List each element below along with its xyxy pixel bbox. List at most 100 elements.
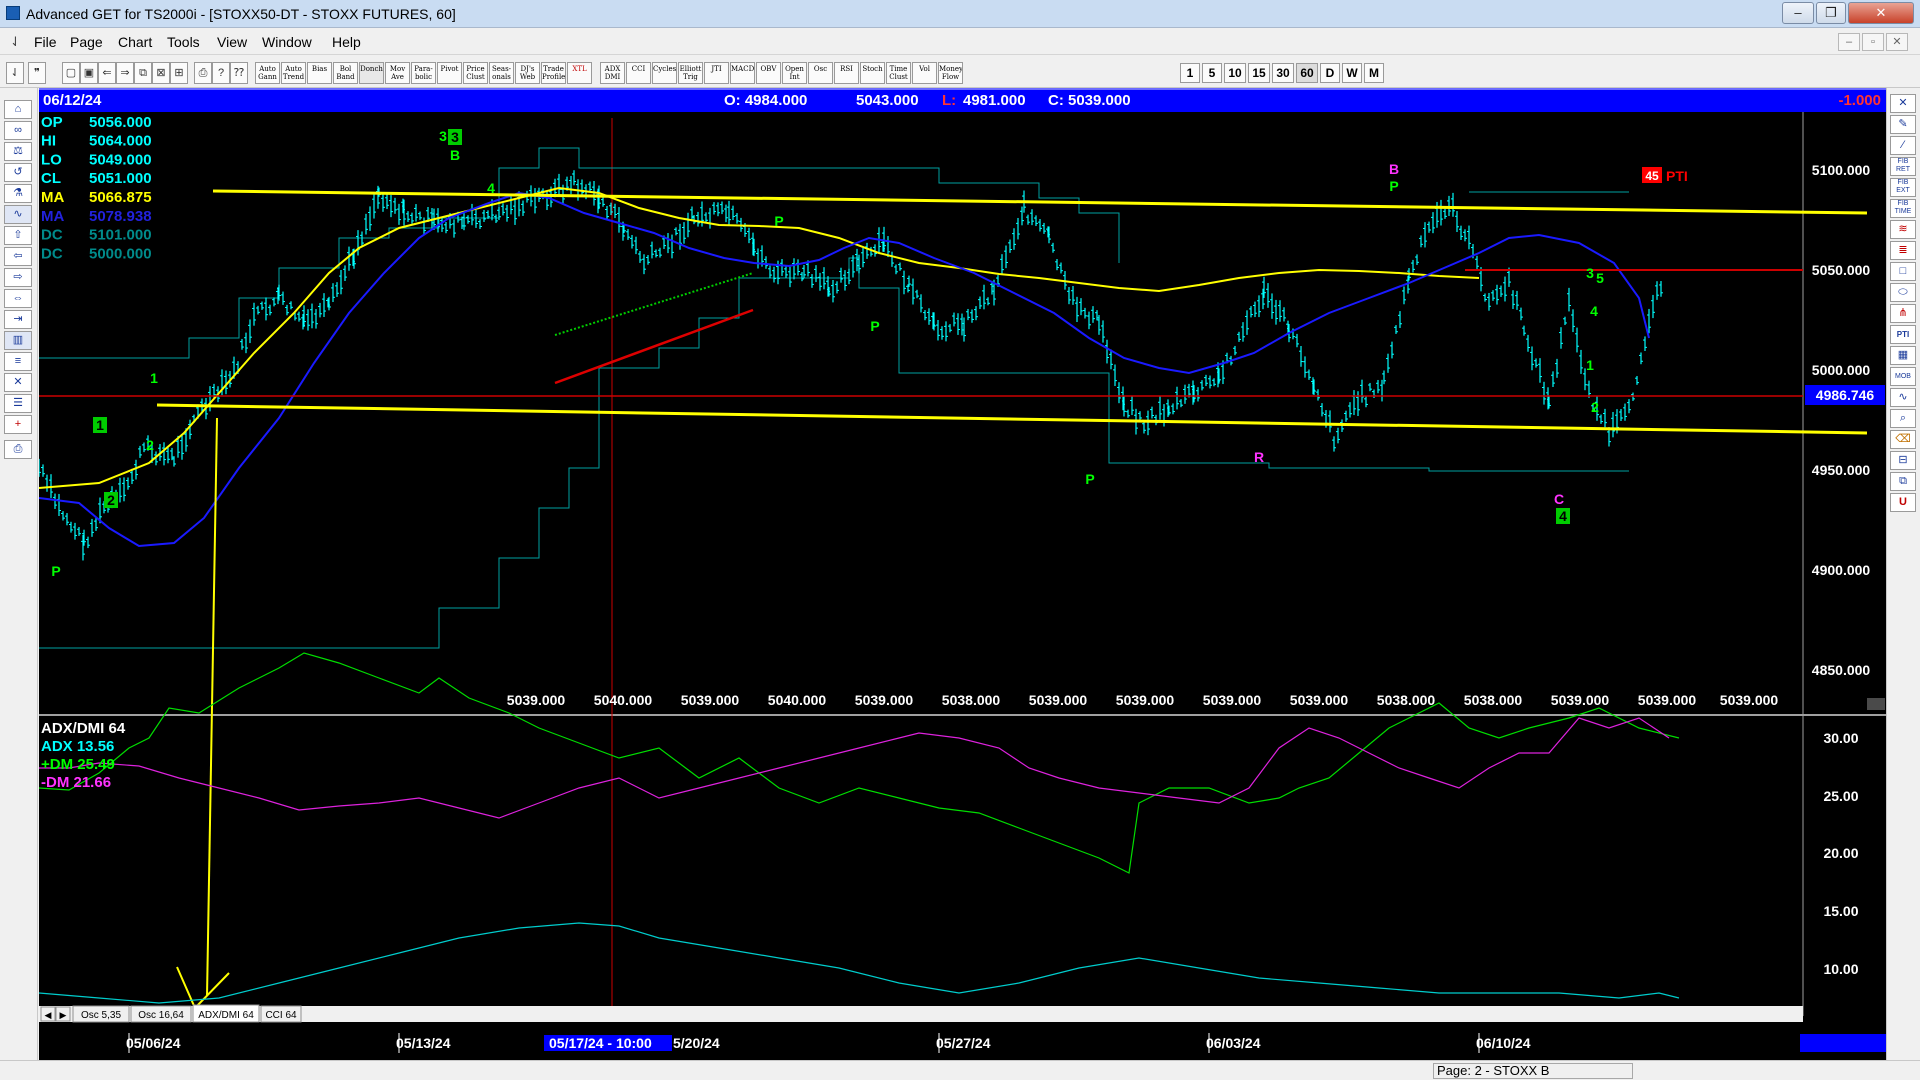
crosshair-icon[interactable]: + (4, 415, 32, 434)
study-auto-trend[interactable]: Auto Trend (281, 62, 306, 84)
arrow-up-icon[interactable]: ⇧ (4, 226, 32, 245)
lines-icon[interactable]: ≡ (4, 352, 32, 371)
study-osc[interactable]: Osc (808, 62, 833, 84)
mdi-minimize-button[interactable]: – (1838, 33, 1860, 51)
pencil-icon[interactable]: ✎ (1890, 115, 1916, 134)
study-djs-web[interactable]: DJ's Web (515, 62, 540, 84)
open-folder-icon[interactable]: ⌂ (4, 100, 32, 119)
study-macd[interactable]: MACD (730, 62, 755, 84)
study-bol-band[interactable]: Bol Band (333, 62, 358, 84)
study-stoch[interactable]: Stoch (860, 62, 885, 84)
period-15[interactable]: 15 (1248, 63, 1270, 83)
expand-icon[interactable]: ⇔ (4, 289, 32, 308)
period-monthly[interactable]: M (1364, 63, 1384, 83)
study-mov-ave[interactable]: Mov Ave (385, 62, 410, 84)
study-pivot[interactable]: Pivot (437, 62, 462, 84)
period-30[interactable]: 30 (1272, 63, 1294, 83)
study-cycles[interactable]: Cycles (652, 62, 677, 84)
study-open-int[interactable]: Open Int (782, 62, 807, 84)
trendline-icon[interactable]: ⁄ (1890, 136, 1916, 155)
forward-icon[interactable]: ⇒ (116, 62, 134, 84)
study-donch[interactable]: Donch (359, 62, 384, 84)
ellipse-icon[interactable]: ⬭ (1890, 283, 1916, 302)
study-icon[interactable]: ⚗ (4, 184, 32, 203)
gann-icon[interactable]: ✕ (4, 373, 32, 392)
pitchfork-icon[interactable]: ⋔ (1890, 304, 1916, 323)
print-icon[interactable]: ⎙ (194, 62, 212, 84)
maximize-button[interactable]: ❐ (1816, 2, 1846, 24)
period-60[interactable]: 60 (1296, 63, 1318, 83)
reset-icon[interactable]: ↺ (4, 163, 32, 182)
menu-tools[interactable]: Tools (167, 34, 200, 50)
study-xtl[interactable]: XTL (567, 62, 592, 84)
study-bias[interactable]: Bias (307, 62, 332, 84)
arrow-right-icon[interactable]: ⇨ (4, 268, 32, 287)
study-time-clust[interactable]: Time Clust (886, 62, 911, 84)
minimize-button[interactable]: – (1782, 2, 1814, 24)
elliott-icon[interactable]: ∿ (4, 205, 32, 224)
zoom-icon[interactable]: ⌕ (1890, 409, 1916, 428)
menu-view[interactable]: View (217, 34, 247, 50)
mdi-restore-button[interactable]: ▫ (1862, 33, 1884, 51)
period-1[interactable]: 1 (1180, 63, 1200, 83)
study-parabolic[interactable]: Para-bolic (411, 62, 436, 84)
period-5[interactable]: 5 (1202, 63, 1222, 83)
fib-time-icon[interactable]: FIB TIME (1890, 199, 1916, 218)
fib-ext-icon[interactable]: FIB EXT (1890, 178, 1916, 197)
quote-icon[interactable]: ❞ (28, 62, 46, 84)
pointer-icon[interactable]: ⇃ (6, 62, 24, 84)
study-elliott-trig[interactable]: Elliott Trig (678, 62, 703, 84)
layers-icon[interactable]: ⧉ (1890, 472, 1916, 491)
compress-icon[interactable]: ⇥ (4, 310, 32, 329)
menu-chart[interactable]: Chart (118, 34, 152, 50)
study-vol[interactable]: Vol (912, 62, 937, 84)
undo-icon[interactable]: U (1890, 493, 1916, 512)
chart-window[interactable]: 06/12/24 O: 4984.000 5043.000 L: 4981.00… (37, 88, 1886, 1060)
print-setup-icon[interactable]: ⎙ (4, 440, 32, 459)
clear-icon[interactable]: ⊠ (152, 62, 170, 84)
channel-icon[interactable]: ≣ (1890, 241, 1916, 260)
ruler-icon[interactable]: ⊟ (1890, 451, 1916, 470)
period-daily[interactable]: D (1320, 63, 1340, 83)
study-trade-profile[interactable]: Trade Profile (541, 62, 566, 84)
study-price-clust[interactable]: Price Clust (463, 62, 488, 84)
copy-icon[interactable]: ⧉ (134, 62, 152, 84)
square-icon[interactable]: □ (1890, 262, 1916, 281)
arrow-left-icon[interactable]: ⇦ (4, 247, 32, 266)
menu-window[interactable]: Window (262, 34, 312, 50)
study-adx-dmi[interactable]: ADX DMI (600, 62, 625, 84)
binoculars-icon[interactable]: ∞ (4, 121, 32, 140)
new-page-icon[interactable]: ▢ (62, 62, 80, 84)
info-icon[interactable]: ? (212, 62, 230, 84)
eraser-icon[interactable]: ⌫ (1890, 430, 1916, 449)
fan-icon[interactable]: ≋ (1890, 220, 1916, 239)
scale-icon-bottom[interactable] (1867, 698, 1885, 710)
back-icon[interactable]: ⇐ (98, 62, 116, 84)
help-pointer-icon[interactable]: ⁇ (230, 62, 248, 84)
open-icon[interactable]: ▣ (80, 62, 98, 84)
wave-icon[interactable]: ∿ (1890, 388, 1916, 407)
mdi-close-button[interactable]: ✕ (1886, 33, 1908, 51)
chart-canvas[interactable]: 06/12/24 O: 4984.000 5043.000 L: 4981.00… (37, 88, 1886, 1060)
grid-icon[interactable]: ⊞ (170, 62, 188, 84)
study-rsi[interactable]: RSI (834, 62, 859, 84)
date-axis-scroll[interactable] (1800, 1034, 1886, 1052)
close-button[interactable]: ✕ (1848, 2, 1914, 24)
grid-tool-icon[interactable]: ▦ (1890, 346, 1916, 365)
study-money-flow[interactable]: Money Flow (938, 62, 963, 84)
columns-icon[interactable]: ▥ (4, 331, 32, 350)
menu-file[interactable]: File (34, 34, 57, 50)
scale-icon[interactable]: ⚖ (4, 142, 32, 161)
pti-icon[interactable]: PTI (1890, 325, 1916, 344)
study-jti[interactable]: JTI (704, 62, 729, 84)
period-weekly[interactable]: W (1342, 63, 1362, 83)
study-cci[interactable]: CCI (626, 62, 651, 84)
study-obv[interactable]: OBV (756, 62, 781, 84)
fib-ret-icon[interactable]: FIB RET (1890, 157, 1916, 176)
study-seasonals[interactable]: Seas-onals (489, 62, 514, 84)
menu-page[interactable]: Page (70, 34, 103, 50)
study-auto-gann[interactable]: Auto Gann (255, 62, 280, 84)
cross-tool-icon[interactable]: ✕ (1890, 94, 1916, 113)
fib-icon[interactable]: ☰ (4, 394, 32, 413)
period-10[interactable]: 10 (1224, 63, 1246, 83)
